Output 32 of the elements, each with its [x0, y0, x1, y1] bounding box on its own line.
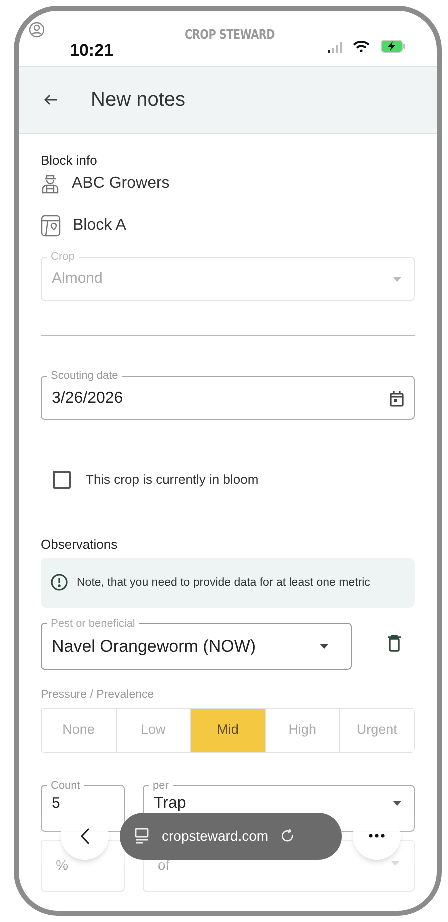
chevron-left-icon — [80, 828, 90, 844]
reload-icon[interactable] — [280, 828, 295, 844]
farmer-icon — [41, 173, 60, 195]
app-name: CROP STEWARD — [185, 27, 275, 45]
field-pin-icon — [41, 215, 61, 237]
signal-icon — [328, 42, 344, 53]
pressure-option[interactable]: Urgent — [339, 708, 414, 752]
tabs-icon — [135, 828, 149, 844]
info-note: Note, that you need to provide data for at least one metric — [77, 576, 370, 590]
pressure-option[interactable]: Mid — [190, 708, 265, 752]
more-icon — [369, 834, 385, 838]
block-name: Block A — [73, 216, 126, 236]
scouting-date-field[interactable]: Scouting date 3/26/2026 — [41, 370, 415, 420]
profile-icon — [29, 22, 45, 38]
pest-select[interactable]: Pest or beneficial Navel Orangeworm (NOW) — [41, 618, 352, 670]
page-title: New notes — [91, 88, 186, 113]
pressure-label: Pressure / Prevalence — [41, 688, 156, 702]
back-arrow-icon[interactable] — [44, 94, 58, 106]
battery-charging-icon — [381, 40, 406, 53]
grower-name: ABC Growers — [72, 174, 170, 194]
dropdown-caret-icon — [393, 276, 402, 282]
bloom-checkbox[interactable] — [53, 470, 71, 489]
dropdown-caret-icon — [320, 644, 329, 649]
status-time: 10:21 — [70, 40, 114, 62]
trash-icon[interactable] — [388, 635, 401, 652]
section-heading: Block info — [41, 152, 98, 170]
calendar-icon[interactable] — [390, 391, 404, 407]
checkbox-label: This crop is currently in bloom — [86, 471, 259, 489]
section-heading: Observations — [41, 536, 119, 554]
wifi-icon — [353, 40, 370, 53]
url-bar[interactable]: cropsteward.com — [120, 812, 342, 860]
alert-icon — [51, 574, 68, 591]
